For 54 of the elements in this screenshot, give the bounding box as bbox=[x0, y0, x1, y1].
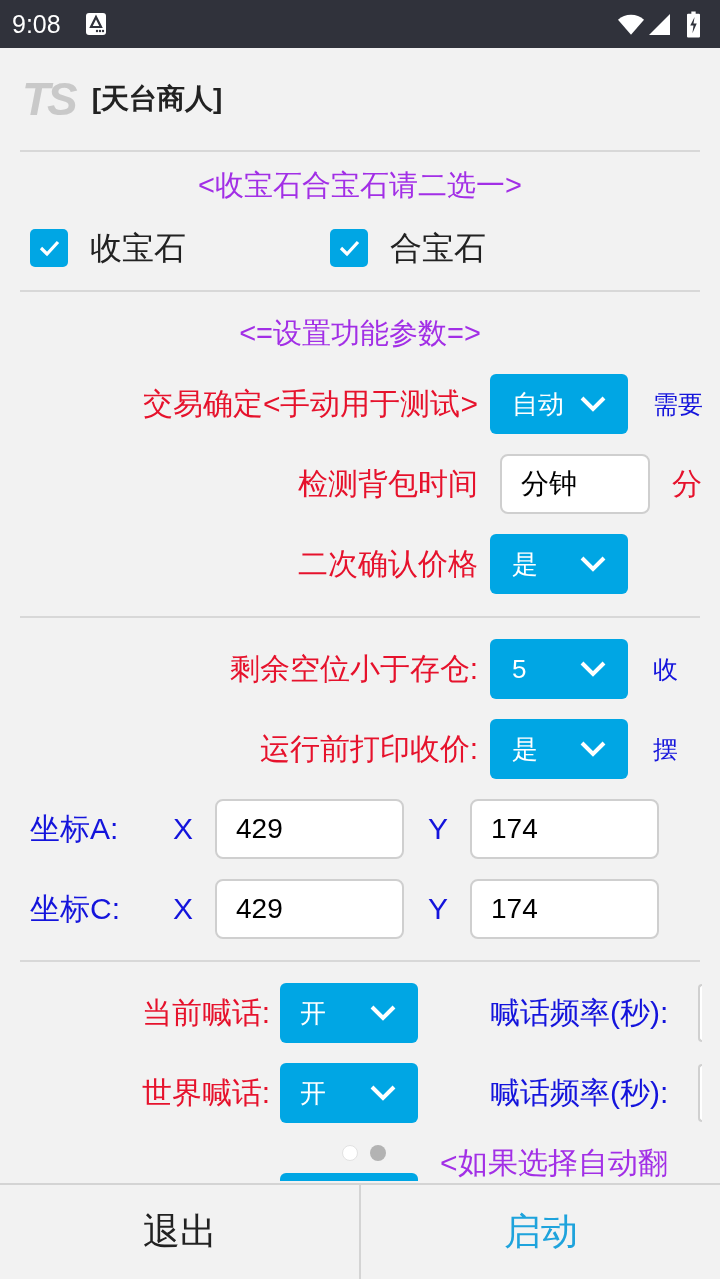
axis-label: Y bbox=[428, 894, 448, 924]
hint-text: 需要 bbox=[653, 391, 703, 417]
dropdown-button[interactable]: 开 bbox=[280, 1063, 418, 1123]
section-heading: <收宝石合宝石请二选一> bbox=[198, 170, 522, 200]
dropdown-button[interactable]: 自动 bbox=[490, 374, 628, 434]
dropdown-button[interactable]: 5 bbox=[490, 639, 628, 699]
text-field[interactable]: 429 bbox=[215, 879, 404, 939]
setting-label: 交易确定<手动用于测试> bbox=[142, 389, 478, 419]
text-field[interactable]: 分钟 bbox=[500, 454, 650, 514]
chevron-icon bbox=[580, 661, 606, 677]
checkbox-label: 收宝石 bbox=[90, 232, 186, 264]
text-field[interactable]: 429 bbox=[215, 799, 404, 859]
setting-label: 二次确认价格 bbox=[298, 549, 478, 579]
dropdown-button[interactable] bbox=[280, 1173, 418, 1181]
setting-label: 喊话频率(秒): bbox=[490, 998, 669, 1028]
action-button[interactable]: 启动 bbox=[359, 1185, 720, 1279]
setting-label: 检测背包时间 bbox=[298, 469, 478, 499]
notification-icon bbox=[85, 13, 106, 35]
app-title: [天台商人] bbox=[91, 85, 223, 113]
chevron-icon bbox=[370, 1005, 396, 1021]
checkbox[interactable] bbox=[30, 229, 68, 267]
input-field[interactable] bbox=[698, 1064, 702, 1122]
hint-text: 摆 bbox=[653, 736, 678, 762]
coordinate-label: 坐标A: bbox=[30, 814, 119, 844]
section-heading: <=设置功能参数=> bbox=[239, 318, 481, 348]
setting-label: 剩余空位小于存仓: bbox=[229, 654, 478, 684]
setting-label: 世界喊话: bbox=[141, 1078, 270, 1108]
signal-icon bbox=[649, 13, 670, 35]
dropdown-button[interactable]: 是 bbox=[490, 719, 628, 779]
coordinate-label: 坐标C: bbox=[30, 894, 120, 924]
action-button[interactable]: 退出 bbox=[0, 1185, 359, 1279]
axis-label: X bbox=[173, 814, 193, 844]
axis-label: X bbox=[173, 894, 193, 924]
unit-label: 分 bbox=[672, 469, 702, 499]
battery-icon bbox=[687, 10, 700, 38]
input-field[interactable] bbox=[698, 984, 702, 1042]
chevron-icon bbox=[370, 1085, 396, 1101]
setting-label: 喊话频率(秒): bbox=[490, 1078, 669, 1108]
setting-label: 当前喊话: bbox=[141, 998, 270, 1028]
wifi-icon bbox=[618, 13, 644, 35]
chevron-icon bbox=[580, 396, 606, 412]
text-field[interactable]: 174 bbox=[470, 879, 659, 939]
chevron-icon bbox=[580, 556, 606, 572]
setting-label: 运行前打印收价: bbox=[259, 734, 478, 764]
hint-text: <如果选择自动翻 bbox=[440, 1146, 668, 1180]
checkbox-label: 合宝石 bbox=[390, 232, 486, 264]
checkbox[interactable] bbox=[330, 229, 368, 267]
text-field[interactable]: 174 bbox=[470, 799, 659, 859]
chevron-icon bbox=[580, 741, 606, 757]
axis-label: Y bbox=[428, 814, 448, 844]
dropdown-button[interactable]: 是 bbox=[490, 534, 628, 594]
hint-text: 收 bbox=[653, 656, 678, 682]
dropdown-button[interactable]: 开 bbox=[280, 983, 418, 1043]
status-time: 9:08 bbox=[12, 11, 61, 37]
